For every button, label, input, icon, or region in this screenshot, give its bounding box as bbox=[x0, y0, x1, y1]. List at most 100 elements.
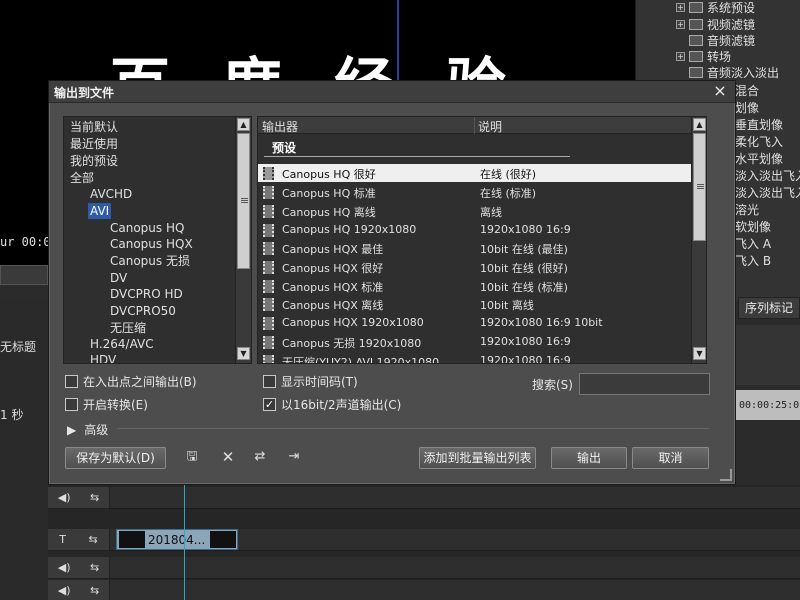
category-item[interactable]: HDV bbox=[90, 352, 116, 363]
in-out-only-checkbox[interactable]: 在入出点之间输出(B) bbox=[65, 373, 197, 390]
expand-arrow-icon[interactable]: ▶ bbox=[67, 423, 76, 437]
category-item[interactable]: DVCPRO HD bbox=[110, 286, 183, 302]
save-icon[interactable]: 🖫 bbox=[183, 448, 201, 466]
expand-icon[interactable]: + bbox=[676, 20, 685, 29]
category-scrollbar[interactable]: ▲ ▼ bbox=[235, 117, 251, 363]
scroll-down-icon[interactable]: ▼ bbox=[237, 347, 250, 360]
track-row[interactable] bbox=[110, 580, 800, 600]
effects-item[interactable]: 柔化飞入 bbox=[735, 133, 783, 150]
scroll-down-icon[interactable]: ▼ bbox=[693, 347, 706, 360]
audio-icon[interactable]: ◀) bbox=[58, 561, 71, 574]
effects-tree-item[interactable]: 音频淡入淡出 bbox=[689, 64, 779, 81]
scroll-thumb[interactable] bbox=[693, 133, 706, 241]
playhead[interactable] bbox=[184, 485, 185, 600]
link-icon[interactable]: ⇆ bbox=[90, 491, 99, 504]
exporter-row[interactable]: Canopus HQX 标准 10bit 在线 (标准) bbox=[258, 277, 691, 295]
link-icon[interactable]: ⇆ bbox=[89, 533, 98, 546]
exporter-row[interactable]: Canopus HQX 1920x1080 1920x1080 16:9 10bi… bbox=[258, 314, 691, 332]
checkbox-box[interactable] bbox=[263, 375, 276, 388]
expand-icon[interactable]: + bbox=[676, 52, 685, 61]
track-header[interactable]: ◀) ⇆ bbox=[48, 557, 110, 579]
track-row[interactable] bbox=[110, 557, 800, 579]
effects-item[interactable]: 淡入淡出飞入 bbox=[735, 167, 800, 184]
link-icon[interactable]: ⇆ bbox=[90, 584, 99, 597]
expand-icon[interactable]: + bbox=[676, 3, 685, 12]
timescale-label[interactable]: 1 秒 bbox=[0, 406, 23, 423]
save-as-default-button[interactable]: 保存为默认(D) bbox=[65, 447, 166, 469]
show-timecode-checkbox[interactable]: 显示时间码(T) bbox=[263, 373, 358, 390]
effects-item[interactable]: 水平划像 bbox=[735, 150, 783, 167]
dialog-titlebar[interactable]: 输出到文件 × bbox=[49, 81, 735, 103]
column-exporter[interactable]: 输出器 bbox=[262, 118, 298, 135]
effects-item[interactable]: 溶光 bbox=[735, 201, 759, 218]
effects-tree-item[interactable]: + 视频滤镜 bbox=[676, 16, 755, 33]
category-item[interactable]: Canopus HQ bbox=[110, 220, 184, 236]
effects-item[interactable]: 划像 bbox=[735, 99, 759, 116]
exporter-row[interactable]: Canopus HQX 很好 10bit 在线 (很好) bbox=[258, 258, 691, 276]
exporter-row[interactable]: Canopus HQX 离线 10bit 离线 bbox=[258, 295, 691, 313]
scroll-thumb[interactable] bbox=[237, 133, 250, 269]
timeline-clip[interactable]: 201804... bbox=[116, 529, 238, 550]
exporter-row[interactable]: Canopus HQ 离线 离线 bbox=[258, 202, 691, 220]
track-header[interactable]: T ⇆ bbox=[48, 529, 110, 551]
checkbox-box[interactable]: ✓ bbox=[263, 398, 276, 411]
effects-item[interactable]: 垂直划像 bbox=[735, 116, 783, 133]
effects-item[interactable]: 飞入 A bbox=[735, 235, 771, 252]
track-header[interactable]: ◀) ⇆ bbox=[48, 487, 110, 509]
category-item[interactable]: H.264/AVC bbox=[90, 336, 154, 352]
category-item[interactable]: 最近使用 bbox=[70, 136, 118, 152]
exporter-row[interactable]: Canopus HQX 最佳 10bit 在线 (最佳) bbox=[258, 239, 691, 257]
output-16bit-checkbox[interactable]: ✓ 以16bit/2声道输出(C) bbox=[263, 396, 401, 413]
audio-icon[interactable]: ◀) bbox=[58, 491, 71, 504]
column-divider[interactable] bbox=[474, 117, 475, 134]
export-preset-icon[interactable]: ⇥ bbox=[285, 448, 303, 466]
audio-icon[interactable]: ◀) bbox=[58, 584, 71, 597]
category-item[interactable]: Canopus 无损 bbox=[110, 253, 190, 269]
scroll-up-icon[interactable]: ▲ bbox=[237, 118, 250, 131]
effects-item[interactable]: 软划像 bbox=[735, 218, 771, 235]
category-tree[interactable]: 当前默认 最近使用 我的预设 全部 AVCHD AVI Canopus HQ C… bbox=[63, 116, 252, 364]
effects-tree-item[interactable]: + 系统预设 bbox=[676, 0, 755, 16]
close-icon[interactable]: × bbox=[711, 82, 729, 100]
effects-item[interactable]: 混合 bbox=[735, 82, 759, 99]
effects-tree-item[interactable]: 音频滤镜 bbox=[689, 32, 755, 49]
exporter-row[interactable]: Canopus HQ 1920x1080 1920x1080 16:9 bbox=[258, 221, 691, 239]
category-item[interactable]: 我的预设 bbox=[70, 153, 118, 169]
exporter-list[interactable]: 输出器 说明 预设 Canopus HQ 很好 在线 (很好) Canopus H… bbox=[257, 116, 707, 364]
preview-scrub-bar[interactable] bbox=[0, 265, 48, 285]
effects-item[interactable]: 淡入淡出飞入 bbox=[735, 184, 800, 201]
advanced-toggle[interactable]: ▶ 高级 bbox=[67, 421, 108, 438]
category-item[interactable]: 全部 bbox=[70, 170, 94, 186]
effects-item[interactable]: 飞入 B bbox=[735, 252, 771, 269]
add-to-batch-button[interactable]: 添加到批量输出列表 bbox=[419, 447, 536, 469]
exporter-scrollbar[interactable]: ▲ ▼ bbox=[691, 117, 706, 363]
effects-tree-item[interactable]: + 转场 bbox=[676, 48, 731, 65]
category-item[interactable]: AVCHD bbox=[90, 186, 132, 202]
import-preset-icon[interactable]: ⇄ bbox=[251, 448, 269, 466]
exporter-row[interactable]: Canopus 无损 1920x1080 1920x1080 16:9 bbox=[258, 333, 691, 351]
export-button[interactable]: 输出 bbox=[551, 447, 627, 469]
resize-grip[interactable] bbox=[720, 469, 732, 481]
category-item[interactable]: DVCPRO50 bbox=[110, 303, 176, 319]
exporter-row[interactable]: 无压缩(YUY2) AVI 1920x1080 1920x1080 16:9 bbox=[258, 352, 691, 363]
category-item[interactable]: 无压缩 bbox=[110, 320, 146, 336]
track-header[interactable]: ◀) ⇆ bbox=[48, 580, 110, 600]
exporter-row[interactable]: Canopus HQ 标准 在线 (标准) bbox=[258, 183, 691, 201]
enable-conversion-checkbox[interactable]: 开启转换(E) bbox=[65, 396, 148, 413]
timeline-ruler[interactable]: 00:00:25:0 bbox=[735, 390, 800, 420]
tab-sequence-marker[interactable]: 序列标记 bbox=[738, 297, 800, 319]
category-item[interactable]: 当前默认 bbox=[70, 119, 118, 135]
scroll-up-icon[interactable]: ▲ bbox=[693, 118, 706, 131]
search-input[interactable] bbox=[579, 373, 710, 395]
cancel-button[interactable]: 取消 bbox=[632, 447, 709, 469]
track-row[interactable] bbox=[110, 487, 800, 509]
category-item[interactable]: DV bbox=[110, 270, 127, 286]
link-icon[interactable]: ⇆ bbox=[90, 561, 99, 574]
delete-icon[interactable]: ✕ bbox=[219, 448, 237, 466]
checkbox-box[interactable] bbox=[65, 375, 78, 388]
category-item-selected[interactable]: AVI bbox=[88, 203, 112, 219]
column-description[interactable]: 说明 bbox=[478, 118, 502, 135]
exporter-row-selected[interactable]: Canopus HQ 很好 在线 (很好) bbox=[258, 164, 691, 182]
category-item[interactable]: Canopus HQX bbox=[110, 236, 193, 252]
checkbox-box[interactable] bbox=[65, 398, 78, 411]
